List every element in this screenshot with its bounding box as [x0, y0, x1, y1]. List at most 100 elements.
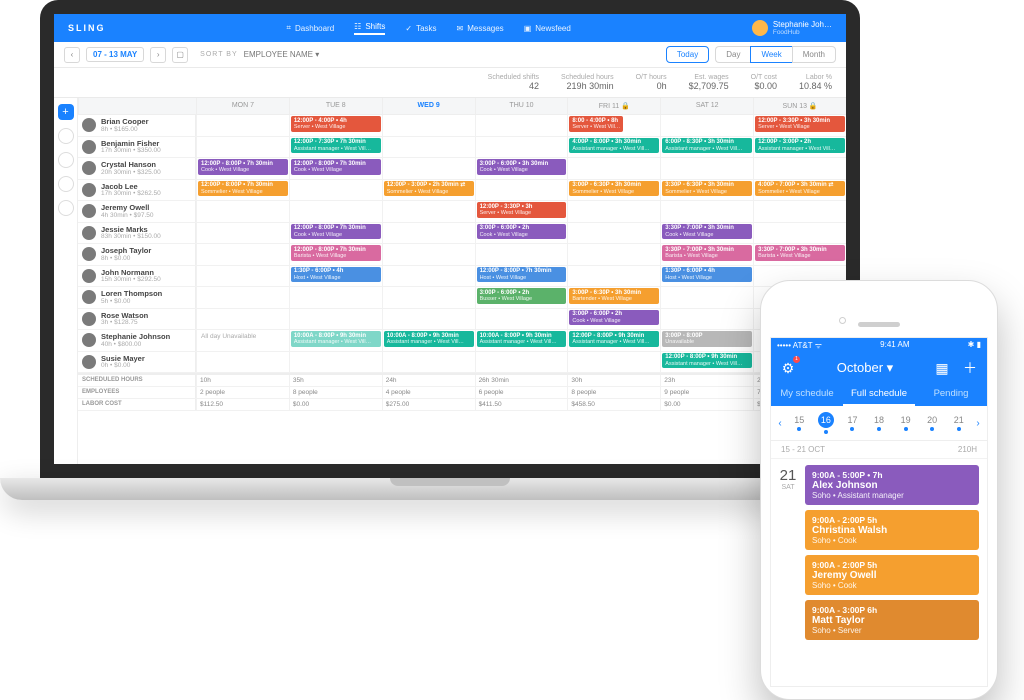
schedule-cell[interactable]: 12:00P - 8:00P • 7h 30minCook • West Vil…: [196, 158, 289, 179]
schedule-cell[interactable]: 12:00P - 4:00P • 4hServer • West Village: [289, 115, 382, 136]
schedule-cell[interactable]: [196, 223, 289, 244]
schedule-cell[interactable]: 6:00P - 8:30P • 3h 30minAssistant manage…: [660, 137, 753, 158]
schedule-cell[interactable]: [289, 309, 382, 330]
employee-cell[interactable]: Jessie Marks83h 30min • $150.00: [78, 223, 196, 244]
schedule-cell[interactable]: 12:00P - 3:30P • 3hServer • West Village: [475, 201, 568, 222]
schedule-cell[interactable]: [196, 287, 289, 308]
day-header[interactable]: THU 10: [475, 98, 568, 114]
schedule-cell[interactable]: [289, 180, 382, 201]
view-day[interactable]: Day: [715, 46, 750, 63]
view-week[interactable]: Week: [750, 46, 791, 63]
shift-block[interactable]: 3:00P - 6:00P • 2hCook • West Village: [569, 310, 659, 326]
schedule-cell[interactable]: [753, 201, 846, 222]
day-header[interactable]: FRI 11 🔒: [567, 98, 660, 114]
schedule-cell[interactable]: 12:00P - 8:00P • 7h 30minCook • West Vil…: [289, 223, 382, 244]
shift-block[interactable]: 12:00P - 8:00P • 9h 30minAssistant manag…: [662, 353, 752, 369]
schedule-cell[interactable]: 12:00P - 8:00P • 7h 30minCook • West Vil…: [289, 158, 382, 179]
schedule-cell[interactable]: [475, 352, 568, 373]
shift-block[interactable]: 12:00P - 7:30P • 7h 30minAssistant manag…: [291, 138, 381, 154]
shift-block[interactable]: 12:00P - 8:00P • 7h 30minCook • West Vil…: [198, 159, 288, 175]
schedule-cell[interactable]: [475, 115, 568, 136]
user-menu[interactable]: Stephanie Joh… FoodHub: [752, 20, 832, 36]
schedule-cell[interactable]: 3:00P - 6:00P • 2hCook • West Village: [475, 223, 568, 244]
schedule-cell[interactable]: 3:00P - 6:30P • 3h 30minSommelier • West…: [567, 180, 660, 201]
shift-block[interactable]: 12:00P - 3:00P • 2h 30min ⇄Sommelier • W…: [384, 181, 474, 197]
day-header[interactable]: SUN 13 🔒: [753, 98, 846, 114]
shift-block[interactable]: 3:00P - 6:00P • 3h 30minCook • West Vill…: [477, 159, 567, 175]
schedule-cell[interactable]: 12:00P - 8:00P • 7h 30minBarista • West …: [289, 244, 382, 265]
schedule-cell[interactable]: [382, 352, 475, 373]
schedule-cell[interactable]: [382, 287, 475, 308]
shift-block[interactable]: 3:00P - 6:30P • 3h 30minBartender • West…: [569, 288, 659, 304]
shift-block[interactable]: 3:00P - 6:00P • 2hBusser • West Village: [477, 288, 567, 304]
schedule-cell[interactable]: 3:00P - 6:00P • 2hCook • West Village: [567, 309, 660, 330]
day-strip-item[interactable]: 21: [946, 415, 971, 431]
shift-card[interactable]: 9:00A - 3:00P 6hMatt TaylorSoho • Server: [805, 600, 979, 640]
schedule-cell[interactable]: 3:00P - 8:00PUnavailable: [660, 330, 753, 351]
schedule-cell[interactable]: 10:00A - 8:00P • 9h 30minAssistant manag…: [475, 330, 568, 351]
employee-cell[interactable]: Brian Cooper8h • $165.00: [78, 115, 196, 136]
schedule-cell[interactable]: [660, 158, 753, 179]
day-header[interactable]: WED 9: [382, 98, 475, 114]
schedule-cell[interactable]: [196, 266, 289, 287]
view-month[interactable]: Month: [792, 46, 836, 63]
schedule-cell[interactable]: [567, 158, 660, 179]
employee-cell[interactable]: Susie Mayer0h • $0.00: [78, 352, 196, 373]
day-strip-item[interactable]: 15: [787, 415, 812, 431]
schedule-cell[interactable]: [196, 352, 289, 373]
schedule-cell[interactable]: [753, 223, 846, 244]
shift-block[interactable]: 12:00P - 8:00P • 7h 30minCook • West Vil…: [291, 159, 381, 175]
month-picker[interactable]: October ▾: [837, 360, 893, 376]
rail-icon-2[interactable]: [58, 152, 74, 168]
employee-cell[interactable]: Loren Thompson5h • $0.00: [78, 287, 196, 308]
schedule-cell[interactable]: [382, 137, 475, 158]
shift-card[interactable]: 9:00A - 5:00P • 7hAlex JohnsonSoho • Ass…: [805, 465, 979, 505]
shift-cards[interactable]: 9:00A - 5:00P • 7hAlex JohnsonSoho • Ass…: [805, 459, 987, 646]
employee-cell[interactable]: John Normann15h 30min • $292.50: [78, 266, 196, 287]
schedule-cell[interactable]: 3:00P - 6:30P • 3h 30minBartender • West…: [567, 287, 660, 308]
schedule-cell[interactable]: 3:30P - 7:00P • 3h 30minCook • West Vill…: [660, 223, 753, 244]
schedule-cell[interactable]: 12:00P - 3:00P • 2h 30min ⇄Sommelier • W…: [382, 180, 475, 201]
shift-block[interactable]: 10:00A - 8:00P • 9h 30minAssistant manag…: [384, 331, 474, 347]
schedule-cell[interactable]: [382, 244, 475, 265]
schedule-cell[interactable]: [660, 201, 753, 222]
day-header[interactable]: TUE 8: [289, 98, 382, 114]
shift-block[interactable]: 12:00P - 8:00P • 7h 30minHost • West Vil…: [477, 267, 567, 283]
nav-messages[interactable]: ✉ Messages: [457, 22, 504, 35]
shift-block[interactable]: 3:30P - 7:00P • 3h 30minBarista • West V…: [662, 245, 752, 261]
shift-block[interactable]: 3:30P - 7:00P • 3h 30minBarista • West V…: [755, 245, 845, 261]
shift-block[interactable]: 12:00P - 3:00P • 2hAssistant manager • W…: [755, 138, 845, 154]
shift-block[interactable]: 3:00P - 6:30P • 3h 30minSommelier • West…: [569, 181, 659, 197]
tab-pending[interactable]: Pending: [915, 383, 987, 406]
rail-icon-4[interactable]: [58, 200, 74, 216]
schedule-cell[interactable]: 8:00 - 4:00P • 8hServer • West Vill…: [567, 115, 660, 136]
day-header[interactable]: SAT 12: [660, 98, 753, 114]
shift-block[interactable]: 10:00A - 8:00P • 9h 30minAssistant manag…: [477, 331, 567, 347]
shift-block[interactable]: 4:00P - 7:00P • 3h 30min ⇄Sommelier • We…: [755, 181, 845, 197]
shift-block[interactable]: 12:00P - 8:00P • 7h 30minSommelier • Wes…: [198, 181, 288, 197]
schedule-cell[interactable]: [289, 287, 382, 308]
next-week-button[interactable]: ›: [150, 47, 166, 63]
schedule-cell[interactable]: [382, 266, 475, 287]
schedule-cell[interactable]: 12:00P - 8:00P • 9h 30minAssistant manag…: [567, 330, 660, 351]
shift-block[interactable]: 3:30P - 6:30P • 3h 30minSommelier • West…: [662, 181, 752, 197]
shift-block[interactable]: 12:00P - 8:00P • 7h 30minBarista • West …: [291, 245, 381, 261]
schedule-cell[interactable]: 12:00P - 3:00P • 2hAssistant manager • W…: [753, 137, 846, 158]
schedule-cell[interactable]: 3:00P - 6:00P • 2hBusser • West Village: [475, 287, 568, 308]
schedule-cell[interactable]: [196, 244, 289, 265]
schedule-cell[interactable]: 3:30P - 6:30P • 3h 30minSommelier • West…: [660, 180, 753, 201]
next-day-icon[interactable]: ›: [973, 418, 983, 429]
shift-block[interactable]: 1:30P - 6:00P • 4hHost • West Village: [291, 267, 381, 283]
schedule-cell[interactable]: All day Unavailable: [196, 330, 289, 351]
schedule-cell[interactable]: [196, 115, 289, 136]
employee-cell[interactable]: Crystal Hanson20h 30min • $325.00: [78, 158, 196, 179]
nav-newsfeed[interactable]: ▣ Newsfeed: [524, 22, 571, 35]
day-strip[interactable]: ‹15161718192021›: [771, 406, 987, 441]
schedule-cell[interactable]: [382, 309, 475, 330]
schedule-cell[interactable]: [382, 158, 475, 179]
schedule-cell[interactable]: 4:00P - 8:00P • 3h 30minAssistant manage…: [567, 137, 660, 158]
prev-day-icon[interactable]: ‹: [775, 418, 785, 429]
schedule-cell[interactable]: 3:30P - 7:00P • 3h 30minBarista • West V…: [660, 244, 753, 265]
schedule-cell[interactable]: [382, 115, 475, 136]
schedule-cell[interactable]: 12:00P - 8:00P • 7h 30minHost • West Vil…: [475, 266, 568, 287]
